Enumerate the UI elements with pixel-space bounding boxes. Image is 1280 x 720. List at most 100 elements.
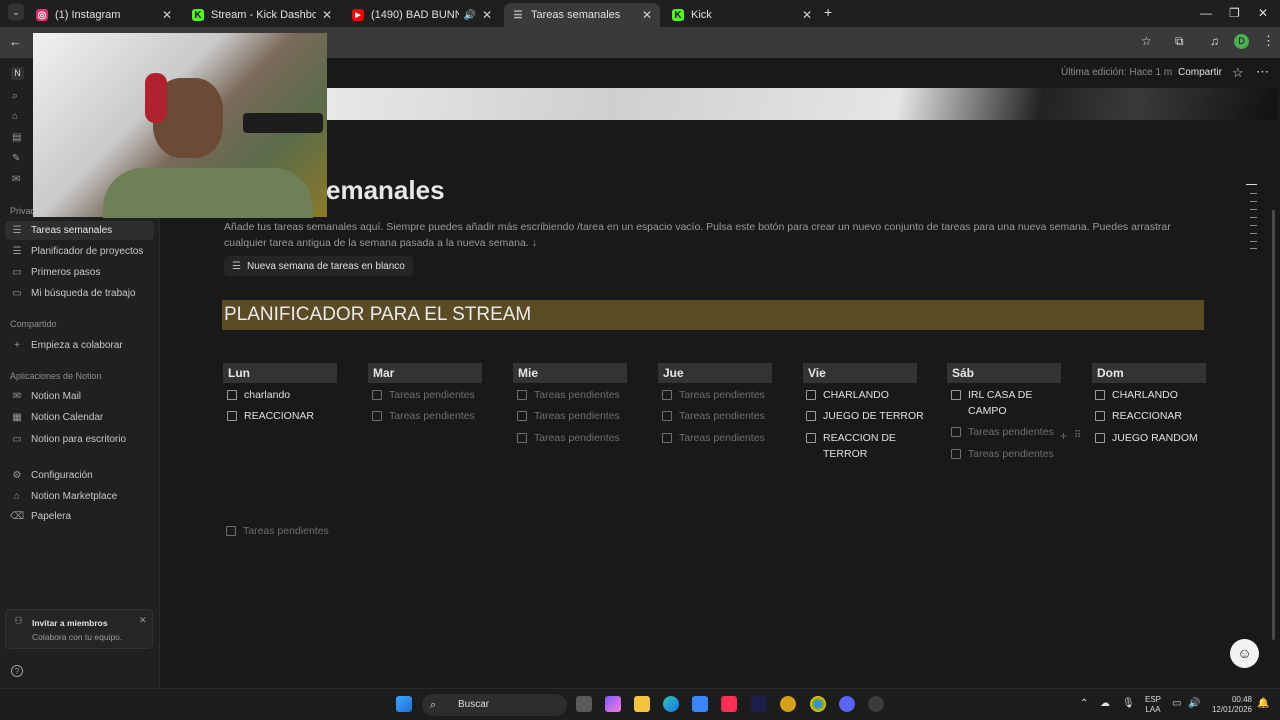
notion-ai-button[interactable]: ☺: [1230, 639, 1259, 668]
tab-kick[interactable]: K Kick ✕: [664, 3, 820, 27]
profile-avatar[interactable]: D: [1234, 34, 1249, 49]
windows-start-icon[interactable]: [396, 696, 412, 712]
new-week-button[interactable]: ☰ Nueva semana de tareas en blanco: [224, 256, 413, 276]
todo-item[interactable]: REACCION DE TERROR: [806, 430, 906, 462]
checkbox[interactable]: [227, 390, 237, 400]
checkbox[interactable]: [662, 433, 672, 443]
todo-item[interactable]: JUEGO RANDOM: [1095, 430, 1198, 446]
star-icon[interactable]: ☆: [1141, 34, 1152, 48]
toc-marker[interactable]: [1250, 201, 1257, 202]
checkbox[interactable]: [1095, 433, 1105, 443]
sidebar-item-collaborate[interactable]: + Empieza a colaborar: [10, 336, 123, 354]
tab-tareas-semanales[interactable]: ☰ Tareas semanales ✕: [504, 3, 660, 27]
toc-marker[interactable]: [1250, 233, 1257, 234]
checkbox[interactable]: [1095, 411, 1105, 421]
back-icon[interactable]: ←: [9, 34, 22, 49]
tab-search-icon[interactable]: ⌄: [8, 4, 24, 20]
todo-item[interactable]: Tareas pendientes: [372, 408, 475, 424]
todo-item[interactable]: CHARLANDO: [1095, 387, 1178, 403]
sidebar-item-notion-desktop[interactable]: ▭ Notion para escritorio: [10, 430, 126, 448]
sidebar-item-marketplace[interactable]: ⌂ Notion Marketplace: [10, 487, 117, 505]
add-block-icon[interactable]: +: [1060, 429, 1067, 443]
more-options-icon[interactable]: ⋯: [1256, 64, 1269, 80]
todo-item[interactable]: Tareas pendientes: [662, 387, 765, 403]
home-icon[interactable]: ⌂: [12, 111, 18, 122]
close-icon[interactable]: ✕: [322, 8, 332, 22]
notification-icon[interactable]: 🔔: [1257, 699, 1269, 709]
new-tab-button[interactable]: +: [824, 4, 832, 20]
todo-item[interactable]: Tareas pendientes: [517, 408, 620, 424]
speaker-icon[interactable]: 🔊: [463, 10, 475, 21]
checkbox[interactable]: [372, 390, 382, 400]
music-icon[interactable]: [721, 696, 737, 712]
close-icon[interactable]: ✕: [642, 8, 652, 22]
media-icon[interactable]: ♫: [1210, 34, 1219, 48]
search-icon[interactable]: ⌕: [12, 90, 18, 103]
chrome-icon[interactable]: [810, 696, 826, 712]
todo-item[interactable]: CHARLANDO: [806, 387, 889, 403]
toc-marker[interactable]: [1250, 241, 1257, 242]
todo-item[interactable]: Tareas pendientes: [951, 424, 1054, 440]
toc-marker[interactable]: [1250, 209, 1257, 210]
obs-icon[interactable]: [868, 696, 884, 712]
sidebar-item-tareas-semanales[interactable]: ☰ Tareas semanales: [10, 221, 113, 239]
minimize-button[interactable]: —: [1200, 6, 1212, 20]
checkbox[interactable]: [951, 427, 961, 437]
checkbox[interactable]: [517, 390, 527, 400]
checkbox[interactable]: [227, 411, 237, 421]
todo-item[interactable]: Tareas pendientes: [226, 523, 329, 539]
invite-members-card[interactable]: ⚇ Invitar a miembros Colabora con tu equ…: [5, 609, 153, 649]
file-explorer-icon[interactable]: [634, 696, 650, 712]
checkbox[interactable]: [806, 411, 816, 421]
checkbox[interactable]: [806, 390, 816, 400]
discord-icon[interactable]: [839, 696, 855, 712]
todo-item[interactable]: Tareas pendientes: [372, 387, 475, 403]
sidebar-item-primeros-pasos[interactable]: ▭ Primeros pasos: [10, 263, 100, 281]
sidebar-item-planificador[interactable]: ☰ Planificador de proyectos: [10, 242, 144, 260]
checkbox[interactable]: [517, 433, 527, 443]
app-icon[interactable]: [780, 696, 796, 712]
checkbox[interactable]: [517, 411, 527, 421]
taskbar-search[interactable]: ⌕ Buscar: [422, 694, 567, 716]
toc-marker[interactable]: [1250, 225, 1257, 226]
drag-handle-icon[interactable]: ⠿: [1074, 430, 1081, 441]
store-icon[interactable]: [692, 696, 708, 712]
stream-planner-heading[interactable]: PLANIFICADOR PARA EL STREAM: [222, 300, 1204, 330]
edge-icon[interactable]: [663, 696, 679, 712]
microphone-icon[interactable]: 🎙: [1122, 699, 1135, 709]
tray-app-icon[interactable]: ☁: [1100, 699, 1110, 709]
language-indicator[interactable]: ESP LAA: [1142, 695, 1164, 715]
toc-marker[interactable]: [1246, 184, 1257, 185]
todo-item[interactable]: IRL CASA DE CAMPO: [951, 387, 1051, 419]
sidebar-item-trash[interactable]: ⌫ Papelera: [10, 507, 71, 525]
todo-item[interactable]: JUEGO DE TERROR: [806, 408, 924, 424]
task-view-icon[interactable]: [576, 696, 592, 712]
todo-item[interactable]: Tareas pendientes: [951, 446, 1054, 462]
sidebar-item-busqueda-trabajo[interactable]: ▭ Mi búsqueda de trabajo: [10, 284, 135, 302]
copilot-icon[interactable]: [605, 696, 621, 712]
todo-item[interactable]: Tareas pendientes: [517, 387, 620, 403]
favorite-star-icon[interactable]: ☆: [1232, 65, 1244, 81]
premiere-icon[interactable]: [751, 696, 767, 712]
maximize-button[interactable]: ❐: [1229, 6, 1240, 20]
tab-instagram[interactable]: ◎ (1) Instagram ✕: [28, 3, 180, 27]
scrollbar[interactable]: [1272, 210, 1275, 640]
checkbox[interactable]: [226, 526, 236, 536]
close-icon[interactable]: ✕: [802, 8, 812, 22]
ai-icon[interactable]: ✎: [12, 153, 20, 164]
share-button[interactable]: Compartir: [1178, 67, 1222, 78]
page-description[interactable]: Añade tus tareas semanales aquí. Siempre…: [224, 219, 1184, 251]
tray-chevron-icon[interactable]: ⌃: [1080, 699, 1088, 709]
mail-icon[interactable]: ✉: [12, 174, 20, 185]
extensions-icon[interactable]: ⧉: [1175, 34, 1184, 49]
sidebar-item-settings[interactable]: ⚙ Configuración: [10, 466, 93, 484]
sidebar-item-notion-calendar[interactable]: ▦ Notion Calendar: [10, 408, 103, 426]
todo-item[interactable]: Tareas pendientes: [662, 408, 765, 424]
checkbox[interactable]: [662, 390, 672, 400]
checkbox[interactable]: [372, 411, 382, 421]
network-icon[interactable]: ▭: [1172, 699, 1181, 709]
todo-item[interactable]: REACCIONAR: [227, 408, 314, 424]
checkbox[interactable]: [1095, 390, 1105, 400]
close-icon[interactable]: ✕: [139, 615, 147, 626]
tab-youtube[interactable]: ▶ (1490) BAD BUNNY - KETU 🔊 ✕: [344, 3, 500, 27]
